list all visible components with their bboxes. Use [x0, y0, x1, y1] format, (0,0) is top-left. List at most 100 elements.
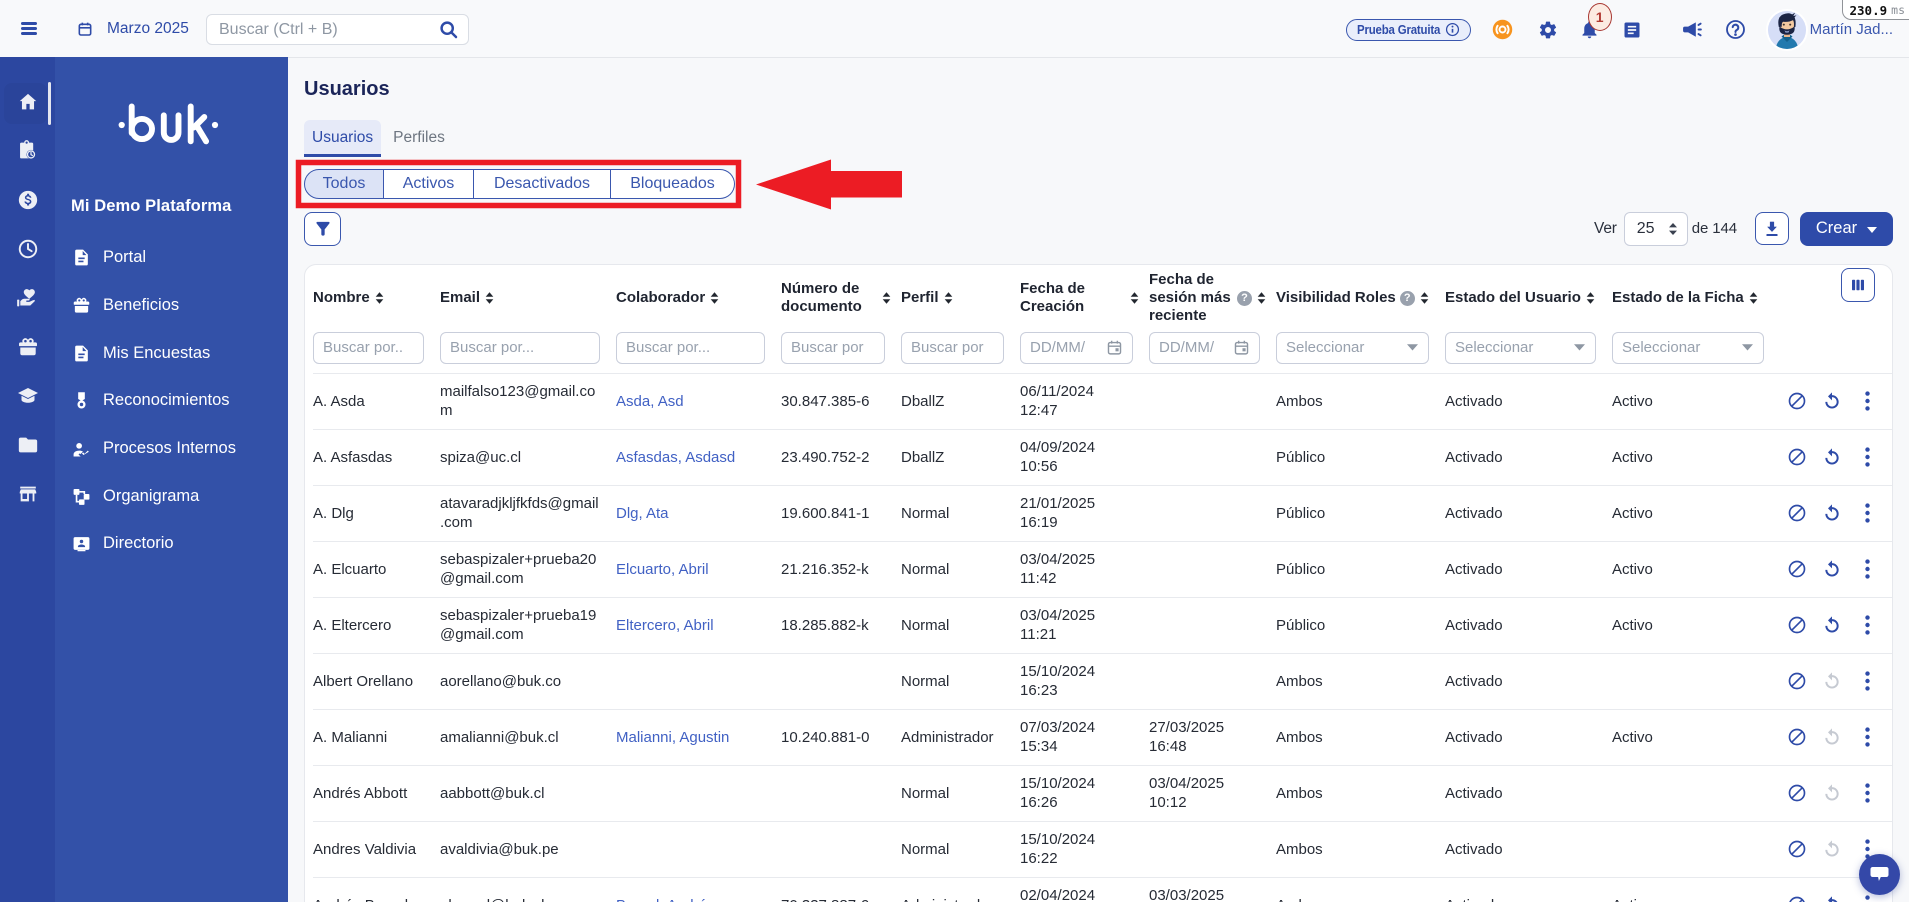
block-user-button[interactable]	[1787, 503, 1807, 523]
row-menu-button[interactable]	[1857, 727, 1877, 747]
sort-icon[interactable]	[485, 291, 494, 305]
sidebar-item-beneficios[interactable]: Beneficios	[55, 282, 288, 330]
sort-icon[interactable]	[375, 291, 384, 305]
column-filter-text[interactable]	[440, 331, 600, 364]
reset-password-button[interactable]	[1822, 503, 1842, 523]
rail-item-home[interactable]	[0, 79, 55, 128]
filter-input[interactable]	[626, 339, 755, 356]
sort-icon[interactable]	[710, 291, 719, 305]
notifications-button[interactable]: 1	[1579, 3, 1612, 40]
row-menu-button[interactable]	[1857, 503, 1877, 523]
colaborador-link[interactable]: Asfasdas, Asdasd	[616, 449, 735, 466]
reset-password-button[interactable]	[1822, 615, 1842, 635]
row-menu-button[interactable]	[1857, 895, 1877, 902]
column-filter-text[interactable]	[781, 331, 885, 364]
download-button[interactable]	[1755, 212, 1789, 245]
chat-fab-button[interactable]	[1859, 854, 1900, 895]
block-user-button[interactable]	[1787, 671, 1807, 691]
reset-password-button[interactable]	[1822, 727, 1842, 747]
sort-icon[interactable]	[1420, 291, 1429, 305]
rail-item-clipboard-clock[interactable]	[0, 128, 55, 177]
info-icon[interactable]: ?	[1399, 290, 1415, 306]
rail-item-gift[interactable]	[0, 324, 55, 373]
trial-badge[interactable]: Prueba Gratuita	[1346, 18, 1471, 41]
user-name[interactable]: Martín Jad...	[1810, 21, 1893, 38]
info-icon[interactable]: ?	[1237, 290, 1252, 306]
hamburger-menu-button[interactable]	[21, 21, 37, 36]
filter-input[interactable]	[323, 339, 414, 356]
block-user-button[interactable]	[1787, 727, 1807, 747]
segment-desactivados[interactable]: Desactivados	[474, 169, 611, 199]
sort-icon[interactable]	[944, 291, 953, 305]
block-user-button[interactable]	[1787, 783, 1807, 803]
sidebar-item-portal[interactable]: Portal	[55, 234, 288, 282]
segment-activos[interactable]: Activos	[384, 169, 474, 199]
rail-item-education[interactable]	[0, 373, 55, 422]
sidebar-item-organigrama[interactable]: Organigrama	[55, 472, 288, 520]
rail-item-hand-heart[interactable]	[0, 275, 55, 324]
column-filter-text[interactable]	[313, 331, 424, 364]
rail-item-money[interactable]	[0, 177, 55, 226]
row-menu-button[interactable]	[1857, 559, 1877, 579]
create-button[interactable]: Crear	[1800, 211, 1893, 246]
sort-icon[interactable]	[1586, 291, 1595, 305]
colaborador-link[interactable]: Eltercero, Abril	[616, 617, 714, 634]
page-size-select[interactable]: 25	[1623, 211, 1688, 246]
column-filter-date[interactable]: DD/MM/	[1149, 331, 1260, 364]
announcements-button[interactable]	[1680, 18, 1703, 41]
block-user-button[interactable]	[1787, 391, 1807, 411]
filter-input[interactable]	[791, 339, 875, 356]
block-user-button[interactable]	[1787, 559, 1807, 579]
tab-perfiles[interactable]: Perfiles	[381, 120, 457, 157]
sort-icon[interactable]	[1257, 291, 1266, 305]
row-menu-button[interactable]	[1857, 447, 1877, 467]
segment-todos[interactable]: Todos	[304, 169, 384, 199]
sort-icon[interactable]	[1130, 291, 1139, 305]
rail-item-folder[interactable]	[0, 422, 55, 471]
colaborador-link[interactable]: Malianni, Agustin	[616, 729, 729, 746]
row-menu-button[interactable]	[1857, 783, 1877, 803]
colaborador-link[interactable]: Asda, Asd	[616, 393, 684, 410]
rail-item-clock[interactable]	[0, 226, 55, 275]
colaborador-link[interactable]: Dlg, Ata	[616, 505, 669, 522]
block-user-button[interactable]	[1787, 839, 1807, 859]
block-user-button[interactable]	[1787, 895, 1807, 902]
filter-input[interactable]	[911, 339, 994, 356]
column-filter-select[interactable]: Seleccionar	[1612, 331, 1764, 364]
rail-item-store[interactable]	[0, 471, 55, 520]
sidebar-item-directorio[interactable]: Directorio	[55, 520, 288, 568]
reset-password-button[interactable]	[1822, 559, 1842, 579]
help-button[interactable]	[1725, 19, 1746, 40]
reset-password-button[interactable]	[1822, 671, 1842, 691]
column-filter-text[interactable]	[901, 331, 1004, 364]
settings-button[interactable]	[1538, 20, 1558, 40]
sort-icon[interactable]	[882, 291, 891, 305]
sidebar-item-reconocimientos[interactable]: Reconocimientos	[55, 377, 288, 425]
reset-password-button[interactable]	[1822, 839, 1842, 859]
column-filter-select[interactable]: Seleccionar	[1445, 331, 1596, 364]
tab-usuarios[interactable]: Usuarios	[304, 120, 382, 157]
column-filter-select[interactable]: Seleccionar	[1276, 331, 1429, 364]
sort-icon[interactable]	[1749, 291, 1758, 305]
month-picker[interactable]: Marzo 2025	[77, 0, 189, 57]
row-menu-button[interactable]	[1857, 391, 1877, 411]
reset-password-button[interactable]	[1822, 783, 1842, 803]
column-filter-date[interactable]: DD/MM/	[1020, 331, 1133, 364]
filter-input[interactable]	[450, 339, 590, 356]
search-icon[interactable]	[438, 19, 459, 40]
row-menu-button[interactable]	[1857, 615, 1877, 635]
segment-bloqueados[interactable]: Bloqueados	[611, 169, 735, 199]
filter-button[interactable]	[304, 211, 341, 246]
block-user-button[interactable]	[1787, 615, 1807, 635]
user-avatar[interactable]	[1767, 10, 1806, 49]
row-menu-button[interactable]	[1857, 671, 1877, 691]
search-input[interactable]	[207, 20, 438, 39]
news-button[interactable]	[1622, 20, 1642, 40]
column-settings-button[interactable]	[1841, 267, 1875, 302]
sidebar-item-mis-encuestas[interactable]: Mis Encuestas	[55, 329, 288, 377]
sidebar-item-procesos-internos[interactable]: Procesos Internos	[55, 425, 288, 473]
reset-password-button[interactable]	[1822, 391, 1842, 411]
block-user-button[interactable]	[1787, 447, 1807, 467]
reset-password-button[interactable]	[1822, 447, 1842, 467]
column-filter-text[interactable]	[616, 331, 765, 364]
